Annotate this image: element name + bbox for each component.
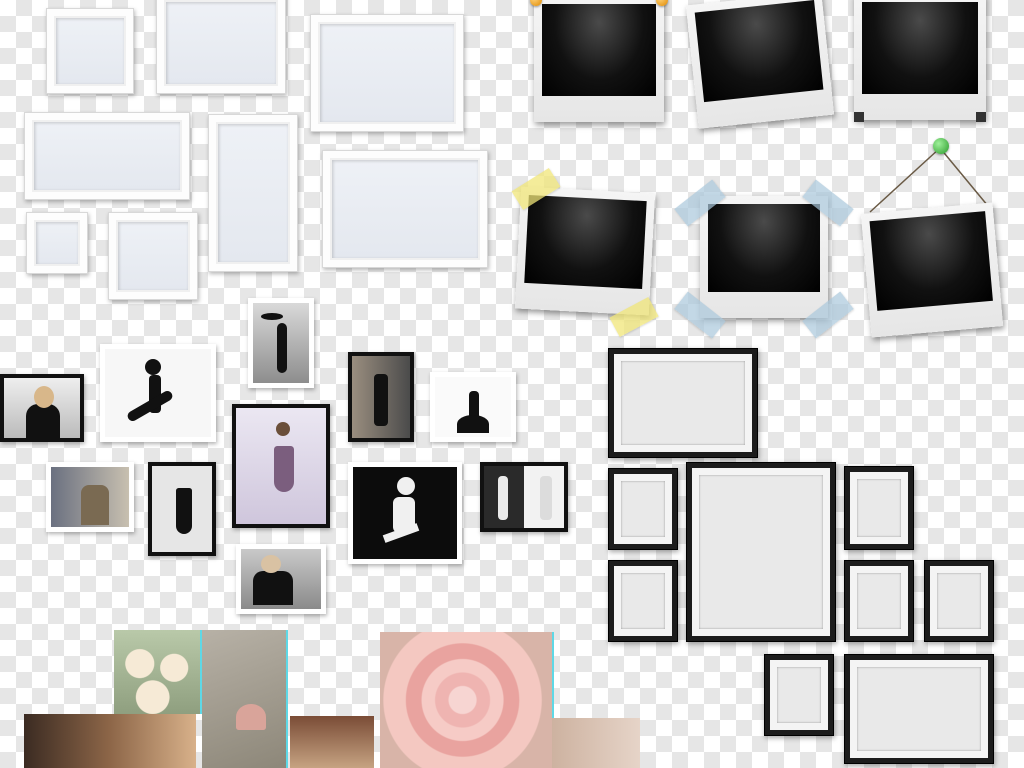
children-photo (24, 714, 196, 768)
polaroid-frame (685, 0, 835, 129)
white-frame (156, 0, 286, 94)
fashion-photo (430, 372, 516, 442)
fashion-photo (348, 352, 414, 442)
black-frame (764, 654, 834, 736)
fashion-photo (46, 462, 134, 532)
polaroid-frame (700, 196, 828, 318)
cake-photo (290, 716, 374, 768)
fashion-photo (348, 462, 462, 564)
fashion-photo (248, 298, 314, 388)
cupcakes-photo (114, 630, 200, 714)
photo-corner-icon (854, 112, 864, 122)
fashion-photo (148, 462, 216, 556)
black-frame (608, 468, 678, 550)
fabric-heart-photo (202, 630, 286, 768)
white-frame (322, 150, 488, 268)
fashion-photo (480, 462, 568, 532)
polaroid-frame (514, 186, 656, 316)
white-frame (208, 114, 298, 272)
white-frame (310, 14, 464, 132)
white-frame (26, 212, 88, 274)
pushpin-icon (933, 138, 949, 154)
black-frame (844, 466, 914, 550)
heart-shape (236, 704, 266, 730)
bokeh-photo (552, 718, 640, 768)
fashion-photo (100, 344, 216, 442)
black-frame (844, 560, 914, 642)
polaroid-frame (860, 202, 1004, 338)
white-frame (24, 112, 190, 200)
fashion-photo (236, 544, 326, 614)
polaroid-frame (534, 0, 664, 122)
polaroid-frame (854, 0, 986, 120)
black-frame (844, 654, 994, 764)
photo-corner-icon (976, 112, 986, 122)
black-frame (608, 560, 678, 642)
black-frame (924, 560, 994, 642)
black-frame (608, 348, 758, 458)
fashion-photo (232, 404, 330, 528)
fashion-photo (0, 374, 84, 442)
rose-photo (380, 632, 552, 768)
black-frame (686, 462, 836, 642)
white-frame (46, 8, 134, 94)
white-frame (108, 212, 198, 300)
